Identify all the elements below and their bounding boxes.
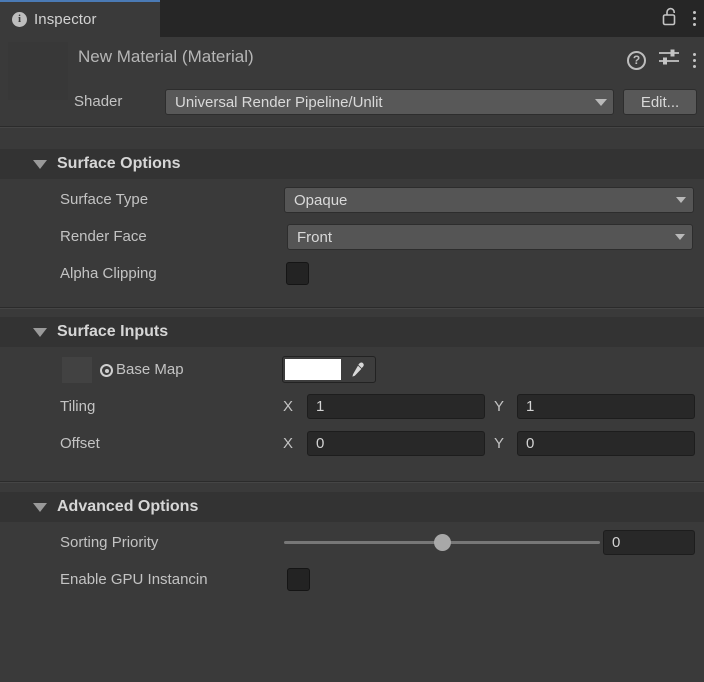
render-face-dropdown[interactable]: Front: [287, 224, 693, 250]
foldout-arrow-icon-surface-options: [33, 160, 47, 169]
sorting-priority-slider-thumb[interactable]: [434, 534, 451, 551]
info-icon: i: [12, 12, 27, 27]
render-face-label: Render Face: [60, 222, 147, 252]
chevron-down-icon-render-face: [675, 234, 685, 240]
tiling-x-input[interactable]: 1: [307, 394, 485, 419]
tab-bar-controls: [662, 0, 696, 37]
render-face-value: Front: [297, 229, 675, 246]
shader-dropdown[interactable]: Universal Render Pipeline/Unlit: [165, 89, 614, 115]
row-offset: Offset X 0 Y 0: [0, 429, 704, 459]
offset-x-label: X: [283, 429, 293, 459]
inspector-panel: i Inspector New Material (Material) ?: [0, 0, 704, 682]
material-title: New Material (Material): [78, 47, 254, 67]
section-title-advanced-options: Advanced Options: [57, 498, 198, 516]
section-header-surface-options[interactable]: Surface Options: [0, 149, 704, 179]
base-map-texture-slot[interactable]: [62, 357, 92, 383]
base-map-color-swatch[interactable]: [285, 359, 341, 380]
section-header-surface-inputs[interactable]: Surface Inputs: [0, 317, 704, 347]
foldout-arrow-icon-advanced-options: [33, 503, 47, 512]
chevron-down-icon-surface-type: [676, 197, 686, 203]
row-base-map: Base Map: [0, 355, 704, 385]
shader-row: Shader Universal Render Pipeline/Unlit E…: [0, 86, 704, 118]
divider-header-light: [0, 127, 704, 128]
tiling-y-label: Y: [494, 392, 504, 422]
section-header-advanced-options[interactable]: Advanced Options: [0, 492, 704, 522]
row-tiling: Tiling X 1 Y 1: [0, 392, 704, 422]
tiling-y-input[interactable]: 1: [517, 394, 695, 419]
padlock-open-icon[interactable]: [662, 7, 679, 31]
divider-surface-inputs-light: [0, 482, 704, 483]
row-gpu-instancing: Enable GPU Instancin: [0, 565, 704, 595]
divider-surface-options-light: [0, 308, 704, 309]
material-header-controls: ?: [627, 48, 696, 72]
help-question-icon[interactable]: ?: [627, 51, 646, 70]
shader-label: Shader: [74, 86, 122, 118]
kebab-menu-icon-window[interactable]: [692, 10, 696, 28]
material-header: New Material (Material) ? Shader Univers…: [0, 37, 704, 125]
base-map-label: Base Map: [116, 355, 184, 385]
sorting-priority-label: Sorting Priority: [60, 528, 158, 558]
tiling-x-label: X: [283, 392, 293, 422]
row-sorting-priority: Sorting Priority 0: [0, 528, 704, 558]
preset-sliders-icon[interactable]: [658, 48, 680, 72]
offset-y-input[interactable]: 0: [517, 431, 695, 456]
sorting-priority-input[interactable]: 0: [603, 530, 695, 555]
target-dot-icon: [100, 364, 113, 377]
chevron-down-icon-shader: [595, 99, 607, 106]
alpha-clipping-checkbox[interactable]: [286, 262, 309, 285]
alpha-clipping-label: Alpha Clipping: [60, 259, 157, 289]
kebab-menu-icon-material[interactable]: [692, 51, 696, 69]
offset-label: Offset: [60, 429, 100, 459]
surface-type-dropdown[interactable]: Opaque: [284, 187, 694, 213]
row-render-face: Render Face Front: [0, 222, 704, 252]
foldout-arrow-icon-surface-inputs: [33, 328, 47, 337]
row-surface-type: Surface Type Opaque: [0, 185, 704, 215]
row-alpha-clipping: Alpha Clipping: [0, 259, 704, 289]
eyedropper-icon[interactable]: [341, 358, 372, 381]
surface-type-value: Opaque: [294, 192, 676, 209]
tab-bar: i Inspector: [0, 0, 704, 37]
edit-shader-button[interactable]: Edit...: [623, 89, 697, 115]
section-title-surface-inputs: Surface Inputs: [57, 323, 168, 341]
section-title-surface-options: Surface Options: [57, 155, 181, 173]
offset-y-label: Y: [494, 429, 504, 459]
tiling-label: Tiling: [60, 392, 95, 422]
tab-inspector[interactable]: i Inspector: [0, 0, 160, 37]
base-map-color-field[interactable]: [282, 356, 376, 383]
shader-dropdown-value: Universal Render Pipeline/Unlit: [175, 94, 595, 111]
offset-x-input[interactable]: 0: [307, 431, 485, 456]
surface-type-label: Surface Type: [60, 185, 148, 215]
gpu-instancing-label: Enable GPU Instancin: [60, 565, 208, 595]
tab-inspector-label: Inspector: [34, 11, 97, 28]
gpu-instancing-checkbox[interactable]: [287, 568, 310, 591]
